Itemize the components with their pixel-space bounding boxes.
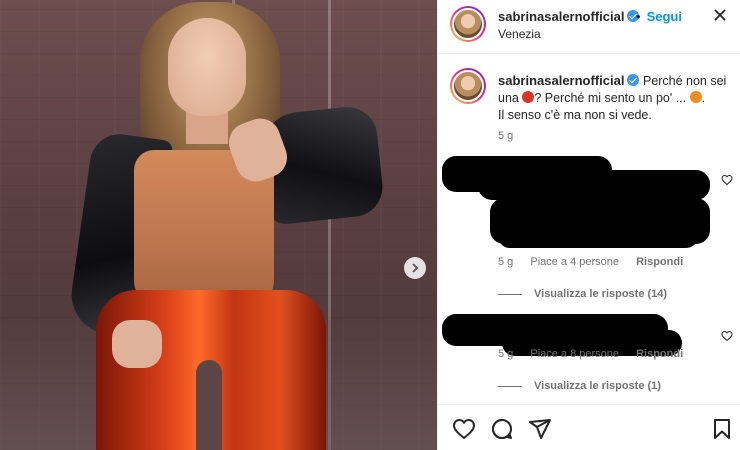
divider <box>498 293 522 295</box>
divider <box>498 385 522 387</box>
comment-meta: 5 g Piace a 8 persone Rispondi <box>498 348 697 360</box>
separator-dot: • <box>636 9 641 24</box>
comment-icon[interactable] <box>490 417 514 441</box>
redacted-content <box>498 224 698 248</box>
reply-button[interactable]: Rispondi <box>636 348 683 360</box>
comment-likes[interactable]: Piace a 8 persone <box>530 348 619 360</box>
caption-text: sabrinasalernofficial Perché non sei una… <box>498 72 736 124</box>
view-replies-button[interactable]: Visualizza le risposte (14) <box>498 288 667 300</box>
action-bar <box>438 404 740 450</box>
more-options-icon[interactable] <box>711 6 729 29</box>
header-username[interactable]: sabrinasalernofficial <box>498 9 640 24</box>
heart-icon[interactable] <box>452 417 476 441</box>
photo-subject-legs-gap <box>196 360 222 450</box>
avatar[interactable] <box>450 6 486 42</box>
caption-timestamp: 5 g <box>498 130 514 142</box>
location-link[interactable]: Venezia <box>498 27 541 41</box>
post-sidebar: sabrinasalernofficial • Segui Venezia sab… <box>437 0 740 450</box>
reply-button[interactable]: Rispondi <box>636 256 683 268</box>
chevron-right-icon <box>412 263 419 273</box>
follow-button[interactable]: • Segui <box>636 9 682 24</box>
comment-timestamp: 5 g <box>498 256 514 268</box>
heart-icon[interactable] <box>721 174 733 186</box>
red-apple-icon <box>522 91 535 103</box>
share-icon[interactable] <box>528 417 552 441</box>
caption-line: . <box>701 91 706 105</box>
comment-meta: 5 g Piace a 4 persone Rispondi <box>498 256 697 268</box>
heart-icon[interactable] <box>721 330 733 342</box>
caption-line: ? Perché mi sento un po' ... <box>534 91 687 105</box>
avatar[interactable] <box>450 68 486 104</box>
post-media[interactable] <box>0 0 437 450</box>
post-header: sabrinasalernofficial • Segui Venezia <box>438 0 740 54</box>
bookmark-icon[interactable] <box>710 417 734 441</box>
photo-subject-hand-low <box>112 320 162 368</box>
next-media-button[interactable] <box>404 257 426 279</box>
view-replies-button[interactable]: Visualizza le risposte (1) <box>498 380 661 392</box>
caption-username[interactable]: sabrinasalernofficial <box>498 73 624 88</box>
comment-timestamp: 5 g <box>498 348 514 360</box>
photo-subject-face <box>168 18 246 116</box>
redacted-content <box>478 170 710 200</box>
caption-line: Il senso c'è ma non si vede. <box>498 108 652 122</box>
username-link[interactable]: sabrinasalernofficial <box>498 9 624 24</box>
comment-likes[interactable]: Piace a 4 persone <box>530 256 619 268</box>
tangerine-icon <box>689 91 702 103</box>
verified-icon <box>627 74 640 86</box>
close-icon[interactable] <box>711 6 729 24</box>
